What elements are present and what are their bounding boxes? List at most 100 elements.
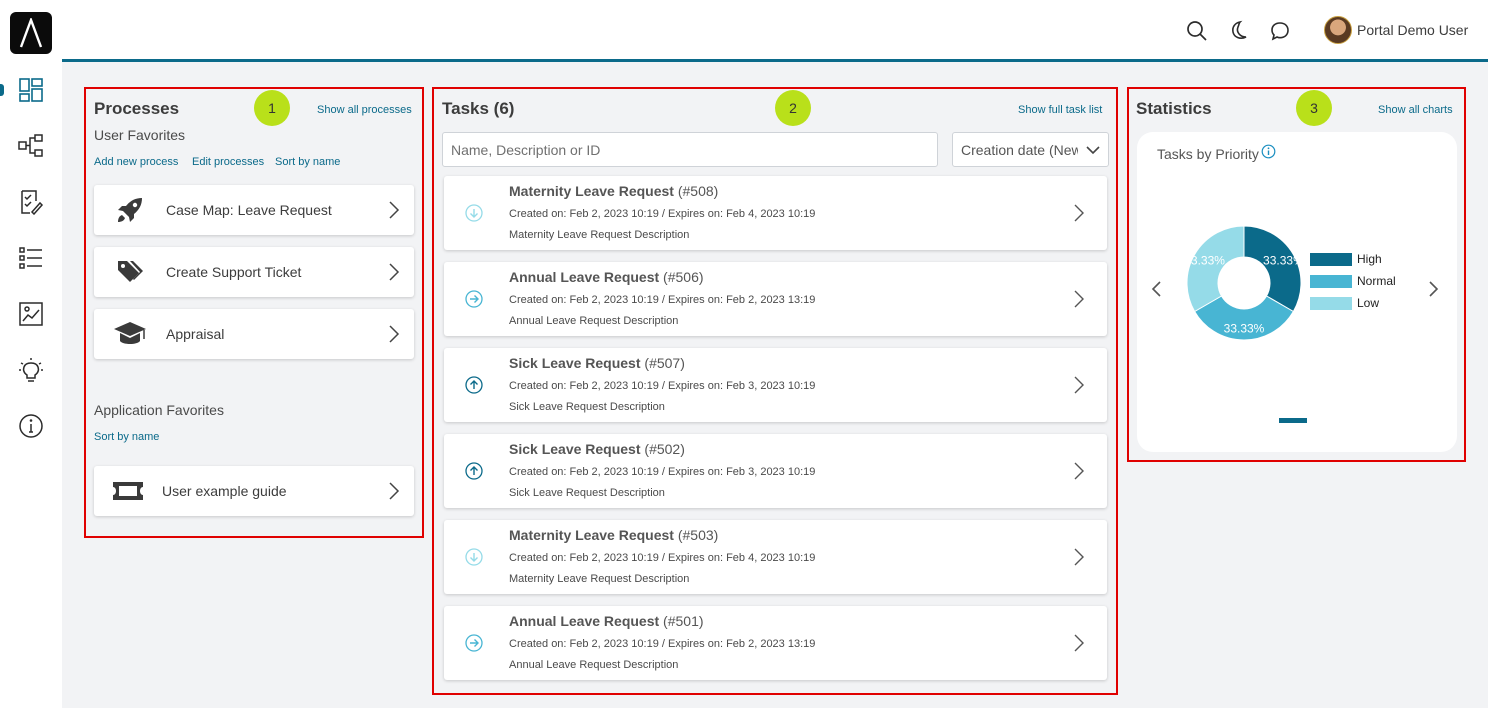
chevron-right-icon[interactable] (1427, 280, 1441, 303)
app-favorite-card[interactable]: User example guide (94, 466, 414, 516)
legend-item-normal[interactable]: Normal (1310, 274, 1396, 288)
graduation-cap-icon (94, 320, 166, 348)
task-description: Annual Leave Request Description (509, 659, 679, 671)
task-name: Annual Leave Request (#501) (509, 613, 704, 629)
task-card[interactable]: Sick Leave Request (#502) Created on: Feb… (444, 434, 1107, 508)
priority-high-icon (465, 376, 483, 394)
info-icon[interactable] (1261, 144, 1276, 164)
task-name: Maternity Leave Request (#503) (509, 527, 718, 543)
annotation-badge-3: 3 (1296, 90, 1332, 126)
user-avatar[interactable] (1324, 16, 1352, 44)
statistics-title: Statistics (1136, 99, 1212, 118)
task-card[interactable]: Maternity Leave Request (#503) Created on… (444, 520, 1107, 594)
donut-slice-high[interactable] (1243, 225, 1302, 313)
donut-slice-label: 33.33% (1185, 253, 1225, 267)
priority-high-icon (465, 462, 483, 480)
add-new-process-link[interactable]: Add new process (94, 156, 178, 168)
ticket-icon (94, 480, 162, 502)
app-logo[interactable] (10, 12, 52, 54)
task-card[interactable]: Sick Leave Request (#507) Created on: Feb… (444, 348, 1107, 422)
app-sort-by-name-link[interactable]: Sort by name (94, 431, 159, 443)
process-card[interactable]: Appraisal (94, 309, 414, 359)
task-description: Maternity Leave Request Description (509, 229, 690, 241)
priority-normal-icon (465, 290, 483, 308)
task-dates: Created on: Feb 2, 2023 10:19 / Expires … (509, 208, 816, 220)
priority-donut-chart: 33.33% 33.33% 33.33% (1185, 225, 1303, 341)
chevron-right-icon (1073, 375, 1085, 400)
process-label: Appraisal (166, 326, 225, 342)
task-id: (#502) (644, 441, 685, 457)
show-full-task-list-link[interactable]: Show full task list (1018, 104, 1102, 116)
legend-swatch (1310, 296, 1352, 310)
show-all-charts-link[interactable]: Show all charts (1378, 104, 1453, 116)
chat-bubble-icon[interactable] (1268, 19, 1292, 43)
legend-item-low[interactable]: Low (1310, 296, 1379, 310)
donut-slice-label: 33.33% (1263, 253, 1303, 267)
chevron-right-icon (374, 200, 414, 220)
info-icon[interactable] (0, 406, 62, 446)
task-title: Maternity Leave Request (509, 527, 674, 543)
chevron-right-icon (1073, 633, 1085, 658)
chevron-left-icon[interactable] (1149, 280, 1163, 303)
process-label: Create Support Ticket (166, 264, 302, 280)
chevron-right-icon (374, 262, 414, 282)
task-dates: Created on: Feb 2, 2023 10:19 / Expires … (509, 638, 816, 650)
legend-label: Low (1357, 296, 1380, 310)
task-description: Maternity Leave Request Description (509, 573, 690, 585)
sort-select-value: Creation date (Newest) (961, 141, 1078, 158)
process-card[interactable]: Case Map: Leave Request (94, 185, 414, 235)
legend-swatch (1310, 252, 1352, 266)
task-card[interactable]: Maternity Leave Request (#508) Created on… (444, 176, 1107, 250)
search-icon[interactable] (1185, 19, 1209, 43)
application-favorites-label: Application Favorites (94, 402, 224, 418)
show-all-processes-link[interactable]: Show all processes (317, 104, 412, 116)
task-search-input[interactable] (442, 132, 938, 167)
chevron-down-icon (1078, 144, 1108, 155)
task-card[interactable]: Annual Leave Request (#506) Created on: F… (444, 262, 1107, 336)
task-icon[interactable] (0, 182, 62, 222)
idea-icon[interactable] (0, 350, 62, 390)
task-title: Sick Leave Request (509, 441, 641, 457)
task-title: Annual Leave Request (509, 613, 660, 629)
task-id: (#506) (663, 269, 704, 285)
priority-low-icon (465, 548, 483, 566)
chevron-right-icon (1073, 289, 1085, 314)
sort-by-name-link[interactable]: Sort by name (275, 156, 340, 168)
task-id: (#507) (644, 355, 685, 371)
task-id: (#508) (677, 183, 719, 199)
annotation-badge-1: 1 (254, 90, 290, 126)
donut-slice-label: 33.33% (1224, 322, 1265, 336)
dashboard-icon[interactable] (0, 70, 62, 110)
process-icon[interactable] (0, 126, 62, 166)
task-title: Annual Leave Request (509, 269, 660, 285)
chevron-right-icon (374, 481, 414, 501)
case-list-icon[interactable] (0, 238, 62, 278)
tasks-title: Tasks (6) (442, 99, 515, 118)
process-card[interactable]: Create Support Ticket (94, 247, 414, 297)
task-sort-select[interactable]: Creation date (Newest) (952, 132, 1109, 167)
dark-mode-moon-icon[interactable] (1227, 19, 1251, 43)
chevron-right-icon (1073, 547, 1085, 572)
priority-low-icon (465, 204, 483, 222)
edit-processes-link[interactable]: Edit processes (192, 156, 264, 168)
chevron-right-icon (1073, 461, 1085, 486)
statistics-icon[interactable] (0, 294, 62, 334)
task-card[interactable]: Annual Leave Request (#501) Created on: F… (444, 606, 1107, 680)
legend-item-high[interactable]: High (1310, 252, 1382, 266)
task-name: Sick Leave Request (#507) (509, 355, 685, 371)
chevron-right-icon (1073, 203, 1085, 228)
processes-title: Processes (94, 99, 180, 118)
user-favorites-label: User Favorites (94, 127, 186, 143)
user-name[interactable]: Portal Demo User (1357, 22, 1468, 38)
priority-normal-icon (465, 634, 483, 652)
task-description: Annual Leave Request Description (509, 315, 679, 327)
task-dates: Created on: Feb 2, 2023 10:19 / Expires … (509, 380, 816, 392)
carousel-indicator[interactable] (1279, 418, 1307, 423)
donut-slice-low[interactable] (1186, 225, 1245, 313)
task-title: Maternity Leave Request (509, 183, 674, 199)
task-name: Maternity Leave Request (#508) (509, 183, 718, 199)
task-id: (#501) (663, 613, 704, 629)
task-name: Annual Leave Request (#506) (509, 269, 704, 285)
process-label: Case Map: Leave Request (166, 202, 332, 218)
left-sidebar (0, 0, 62, 708)
